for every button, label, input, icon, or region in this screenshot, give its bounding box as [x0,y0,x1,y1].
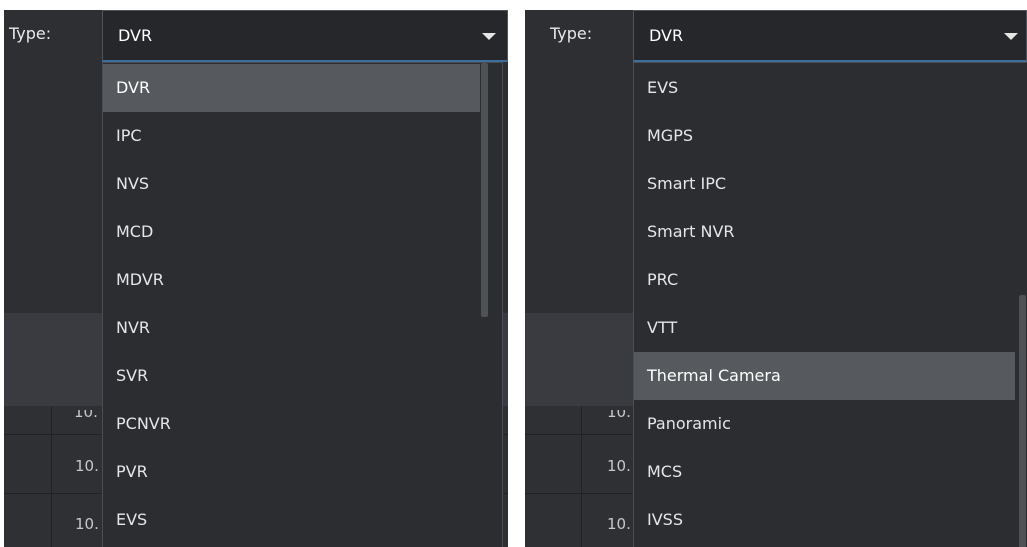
type-option[interactable]: DVR [103,64,480,112]
type-option[interactable]: NVR [103,304,480,352]
type-option[interactable]: VTT [634,304,1015,352]
type-dropdown-list[interactable]: EVS PVR PCNVR SVR NVR MDVR MCD NVS IPC DVR [102,62,503,547]
type-option[interactable]: IPC [103,112,480,160]
type-select[interactable]: DVR [102,10,508,62]
caret-down-icon[interactable] [1004,33,1018,40]
type-option[interactable]: NVS [103,160,480,208]
type-option[interactable]: MCS [634,448,1015,496]
type-option[interactable]: Smart IPC [634,160,1015,208]
caret-down-icon[interactable] [482,33,496,40]
type-option[interactable]: Thermal Camera [634,352,1015,400]
type-dropdown-list[interactable]: IVSS MCS Panoramic Thermal Camera VTT PRC Smar… [633,62,1027,547]
type-option[interactable]: Panoramic [634,400,1015,448]
type-option[interactable]: PVR [103,448,480,496]
dropdown-scrollbar[interactable] [1016,63,1027,547]
table-cell-ip: 10. [607,410,631,420]
device-type-panel-right: 10. 10. 10. Type: DVR IVSS MCS Panoramic Th… [525,10,1027,547]
device-type-panel-left: 10. 10. 10. Type: DVR EVS PVR PCNVR SVR NVR M… [4,10,508,547]
type-select-value: DVR [649,26,684,45]
table-cell-ip: 10. [607,457,631,475]
type-label: Type: [9,24,52,43]
table-cell-ip: 10. [74,410,98,420]
type-option[interactable]: IVSS [634,496,1015,544]
scrollbar-thumb[interactable] [481,63,488,317]
type-option[interactable]: EVS [103,496,480,544]
type-select[interactable]: DVR [633,10,1027,62]
table-cell-ip: 10. [607,515,631,533]
dropdown-scrollbar[interactable] [478,63,490,547]
type-option[interactable]: PRC [634,256,1015,304]
table-cell-ip: 10. [75,515,99,533]
type-option[interactable]: SVR [103,352,480,400]
type-option[interactable]: PCNVR [103,400,480,448]
type-select-value: DVR [118,26,153,45]
type-option[interactable]: Smart NVR [634,208,1015,256]
scrollbar-thumb[interactable] [1019,295,1026,547]
table-cell-ip: 10. [75,457,99,475]
type-option[interactable]: MCD [103,208,480,256]
type-option[interactable]: EVS [634,64,1015,112]
type-option[interactable]: MGPS [634,112,1015,160]
type-option[interactable]: MDVR [103,256,480,304]
type-label: Type: [550,24,593,43]
